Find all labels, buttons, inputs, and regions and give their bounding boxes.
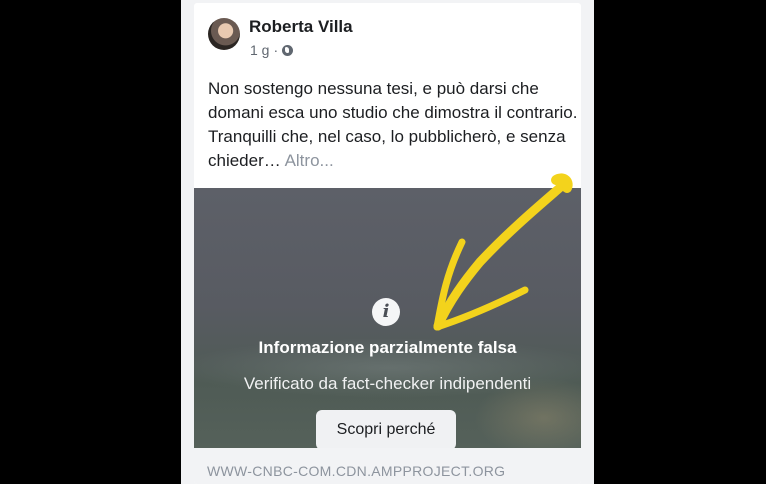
false-info-overlay: i Informazione parzialmente falsa Verifi… bbox=[194, 188, 581, 448]
see-more-link[interactable]: Altro... bbox=[285, 151, 334, 170]
post-text: Non sostengo nessuna tesi, e può darsi c… bbox=[208, 77, 578, 173]
author-avatar[interactable] bbox=[208, 18, 240, 50]
post-card: Roberta Villa 1 g · Non sostengo nessuna… bbox=[194, 3, 581, 484]
post-meta: 1 g · bbox=[250, 42, 294, 58]
info-icon: i bbox=[372, 298, 400, 326]
warning-subtitle: Verificato da fact-checker indipendenti bbox=[243, 374, 532, 393]
post-time[interactable]: 1 g bbox=[250, 42, 269, 58]
warning-title: Informazione parzialmente falsa bbox=[258, 338, 517, 357]
link-preview-bar[interactable]: WWW-CNBC-COM.CDN.AMPPROJECT.ORG bbox=[194, 448, 581, 484]
see-why-button[interactable]: Scopri perché bbox=[316, 410, 456, 448]
post-body: Non sostengo nessuna tesi, e può darsi c… bbox=[208, 79, 578, 170]
facebook-post-screenshot: Roberta Villa 1 g · Non sostengo nessuna… bbox=[181, 0, 594, 484]
author-name[interactable]: Roberta Villa bbox=[249, 17, 353, 37]
globe-icon bbox=[282, 44, 294, 56]
meta-separator: · bbox=[273, 42, 279, 58]
link-domain: WWW-CNBC-COM.CDN.AMPPROJECT.ORG bbox=[207, 463, 506, 479]
